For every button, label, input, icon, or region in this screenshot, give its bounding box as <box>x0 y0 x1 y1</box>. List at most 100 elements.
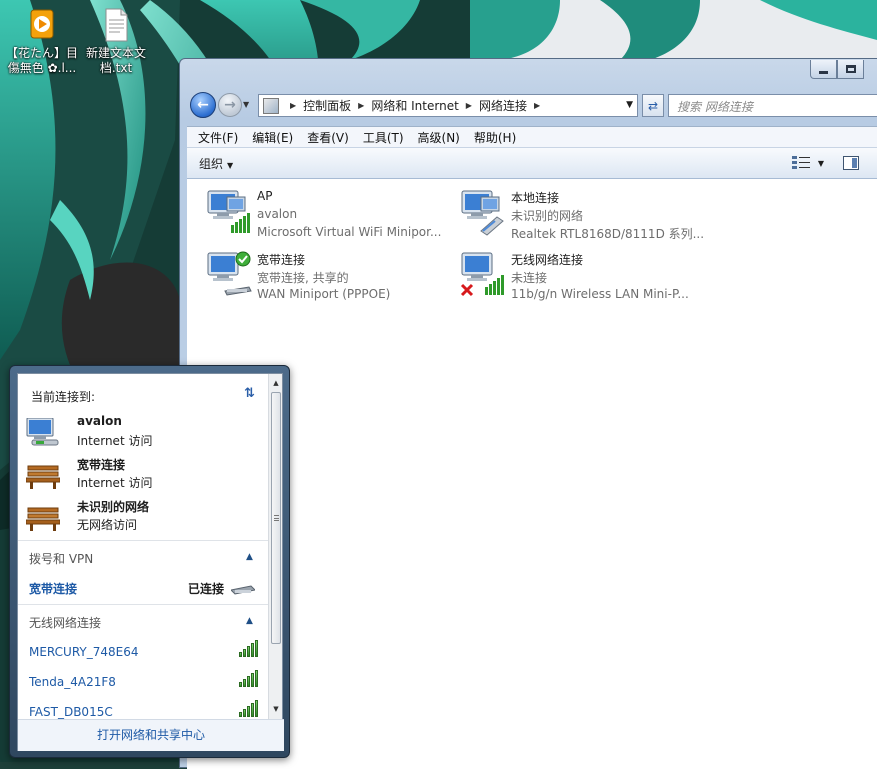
media-player-icon <box>27 8 57 42</box>
signal-strength-icon <box>239 700 259 717</box>
menu-edit[interactable]: 编辑(E) <box>245 129 300 146</box>
breadcrumb-control-panel[interactable]: 控制面板 <box>303 97 351 114</box>
menu-help[interactable]: 帮助(H) <box>467 129 523 146</box>
address-dropdown-icon[interactable]: ▼ <box>626 100 633 110</box>
flyout-panel: 当前连接到: ⇅ avalon Internet 访问 宽带连接 Interne… <box>17 373 284 751</box>
flyout-list: 当前连接到: ⇅ avalon Internet 访问 宽带连接 Interne… <box>18 374 270 719</box>
connection-name: 本地连接 <box>511 191 560 205</box>
signal-strength-icon <box>239 640 259 657</box>
maximize-button[interactable] <box>837 60 864 79</box>
back-arrow-icon: ← <box>197 97 209 113</box>
scrollbar-thumb[interactable] <box>271 392 281 644</box>
change-view-button[interactable]: ▼ <box>791 156 824 170</box>
wireless-network-item[interactable]: FAST_DB015C <box>29 700 259 719</box>
connection-device: WAN Miniport (PPPOE) <box>257 287 391 301</box>
connection-name: 无线网络连接 <box>511 253 584 267</box>
connection-status: 宽带连接, 共享的 <box>257 271 349 285</box>
breadcrumb-network-internet[interactable]: 网络和 Internet <box>371 97 458 114</box>
chevron-right-icon[interactable]: ▶ <box>290 101 296 110</box>
menu-advanced[interactable]: 高级(N) <box>411 129 467 146</box>
organize-label: 组织 <box>199 156 224 171</box>
open-network-sharing-center-link[interactable]: 打开网络和共享中心 <box>18 719 284 751</box>
network-computer-icon <box>26 418 59 446</box>
signal-strength-icon <box>239 670 259 687</box>
minimize-button[interactable] <box>810 60 837 79</box>
collapse-chevron-icon[interactable]: ▲ <box>246 616 253 626</box>
wired-adapter-icon <box>461 190 504 236</box>
history-dropdown-icon[interactable]: ▼ <box>243 100 249 109</box>
connection-access: 无网络访问 <box>77 518 138 532</box>
forward-arrow-icon: → <box>224 97 236 113</box>
scroll-down-icon[interactable]: ▼ <box>271 702 281 716</box>
connection-item[interactable]: 无线网络连接 未连接 11b/g/n Wireless LAN Mini-P..… <box>459 249 709 305</box>
command-bar: 组织 ▼ ▼ <box>187 147 877 179</box>
current-connection-item[interactable]: 宽带连接 Internet 访问 <box>26 456 256 496</box>
back-button[interactable]: ← <box>190 92 216 118</box>
connection-access: Internet 访问 <box>77 434 153 448</box>
wireless-disconnected-icon <box>460 252 504 297</box>
desktop-icon-label: 【花たん】目傷無色 ✿.l... <box>5 46 78 75</box>
minimize-icon <box>819 70 828 74</box>
wireless-network-item[interactable]: Tenda_4A21F8 <box>29 670 259 693</box>
connection-name: avalon <box>77 414 122 428</box>
desktop-icon-textfile[interactable]: 新建文本文档.txt <box>76 8 156 76</box>
breadcrumb-network-connections[interactable]: 网络连接 <box>479 97 527 114</box>
network-name: MERCURY_748E64 <box>29 645 139 659</box>
preview-pane-icon[interactable] <box>843 156 859 170</box>
network-name: Tenda_4A21F8 <box>29 675 116 689</box>
connection-state: 已连接 <box>188 582 225 596</box>
refresh-button[interactable]: ⇄ <box>642 94 664 117</box>
scrollbar[interactable]: ▲ ▼ <box>268 374 282 719</box>
view-options-icon <box>791 156 810 169</box>
connection-item[interactable]: 本地连接 未识别的网络 Realtek RTL8168D/8111D 系列... <box>459 187 709 243</box>
network-name: FAST_DB015C <box>29 705 113 719</box>
caption-buttons <box>810 60 864 79</box>
connection-status: 未识别的网络 <box>511 209 584 223</box>
divider <box>18 604 270 605</box>
connection-name: 宽带连接 <box>77 458 126 472</box>
wireless-section-title[interactable]: 无线网络连接 <box>29 614 101 631</box>
chevron-right-icon[interactable]: ▶ <box>534 101 540 110</box>
chevron-right-icon[interactable]: ▶ <box>358 101 364 110</box>
dialup-connection-item[interactable]: 宽带连接 已连接 <box>29 580 259 598</box>
desktop-icon-label: 新建文本文档.txt <box>85 46 146 75</box>
refresh-icon: ⇄ <box>647 98 659 113</box>
control-panel-icon <box>263 97 279 114</box>
connection-device: Microsoft Virtual WiFi Minipor... <box>257 225 442 239</box>
network-flyout: 当前连接到: ⇅ avalon Internet 访问 宽带连接 Interne… <box>9 365 290 758</box>
search-input[interactable]: 搜索 网络连接 <box>668 94 877 117</box>
menu-tools[interactable]: 工具(T) <box>356 129 411 146</box>
wireless-network-item[interactable]: MERCURY_748E64 <box>29 640 259 663</box>
grip-icon <box>274 515 279 521</box>
chevron-right-icon[interactable]: ▶ <box>466 101 472 110</box>
organize-button[interactable]: 组织 ▼ <box>199 155 233 172</box>
desktop-icon-media[interactable]: 【花たん】目傷無色 ✿.l... <box>2 8 82 76</box>
scroll-up-icon[interactable]: ▲ <box>271 376 281 390</box>
connection-name: 未识别的网络 <box>77 500 150 514</box>
connection-access: Internet 访问 <box>77 476 153 490</box>
connection-name: 宽带连接 <box>257 253 306 267</box>
text-file-icon <box>101 8 131 42</box>
current-connections-heading: 当前连接到: <box>31 390 96 404</box>
connection-name: 宽带连接 <box>29 582 78 596</box>
address-bar[interactable]: ▶ 控制面板 ▶ 网络和 Internet ▶ 网络连接 ▶ ▼ <box>258 94 638 117</box>
public-bench-icon <box>26 507 60 531</box>
current-connection-item[interactable]: avalon Internet 访问 <box>26 414 256 454</box>
forward-button[interactable]: → <box>218 93 242 117</box>
connections-list: AP avalon Microsoft Virtual WiFi Minipor… <box>187 179 877 769</box>
collapse-chevron-icon[interactable]: ▲ <box>246 552 253 562</box>
connection-status: avalon <box>257 207 298 221</box>
current-connection-item[interactable]: 未识别的网络 无网络访问 <box>26 498 256 538</box>
connection-device: 11b/g/n Wireless LAN Mini-P... <box>511 287 689 301</box>
divider <box>18 540 270 541</box>
menu-file[interactable]: 文件(F) <box>191 129 245 146</box>
connection-name: AP <box>257 189 273 203</box>
connection-item[interactable]: 宽带连接 宽带连接, 共享的 WAN Miniport (PPPOE) <box>205 249 455 305</box>
refresh-icon[interactable]: ⇅ <box>244 386 255 401</box>
menu-view[interactable]: 查看(V) <box>300 129 356 146</box>
chevron-down-icon: ▼ <box>227 160 234 170</box>
dialup-section-title[interactable]: 拨号和 VPN <box>29 550 93 567</box>
chevron-down-icon[interactable]: ▼ <box>818 159 824 168</box>
connection-item[interactable]: AP avalon Microsoft Virtual WiFi Minipor… <box>205 187 455 243</box>
connection-status: 未连接 <box>511 271 548 285</box>
